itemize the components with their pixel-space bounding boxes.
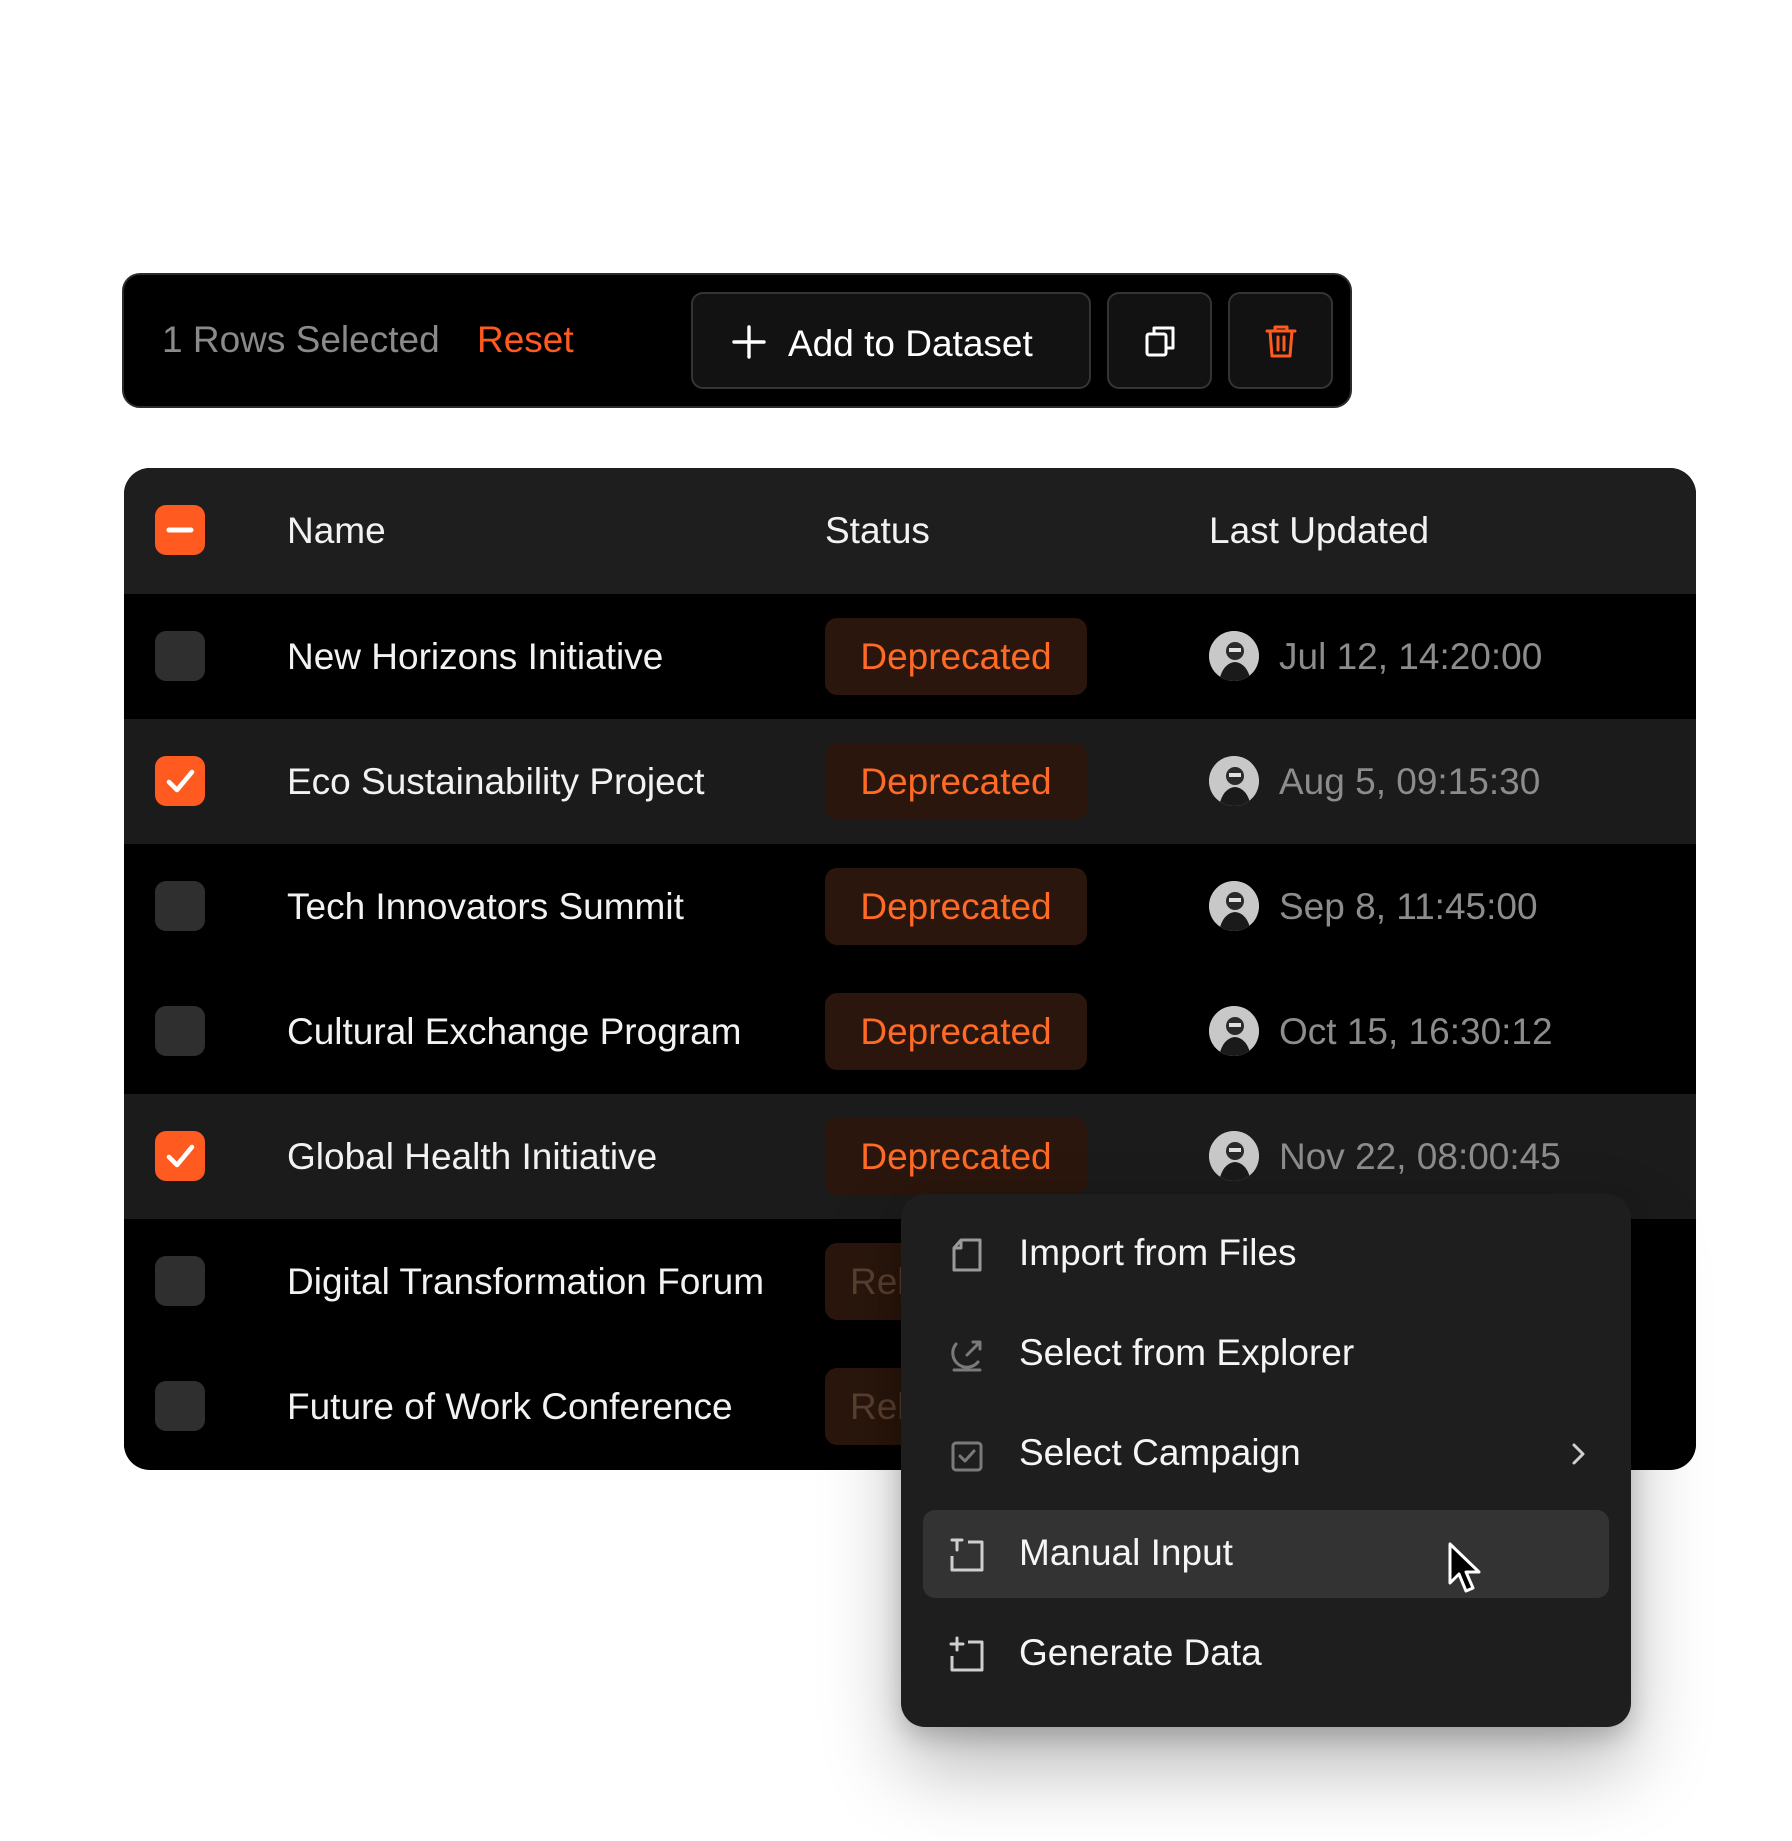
row-checkbox[interactable] [155, 1006, 205, 1056]
avatar [1209, 1131, 1259, 1181]
check-icon [166, 1144, 195, 1168]
plus-icon [732, 325, 766, 359]
status-badge: Deprecated [825, 868, 1087, 945]
status-badge: Deprecated [825, 1118, 1087, 1195]
menu-item-import-from-files[interactable]: Import from Files [923, 1210, 1609, 1298]
delete-button[interactable] [1228, 292, 1333, 389]
last-updated: Sep 8, 11:45:00 [1279, 886, 1538, 927]
avatar [1209, 756, 1259, 806]
table-row[interactable]: Eco Sustainability Project Deprecated Au… [124, 719, 1696, 844]
row-name: New Horizons Initiative [287, 636, 664, 677]
status-badge: Deprecated [825, 743, 1087, 820]
row-checkbox[interactable] [155, 1131, 205, 1181]
row-name: Future of Work Conference [287, 1386, 733, 1427]
menu-item-select-from-explorer[interactable]: Select from Explorer [923, 1310, 1609, 1398]
minus-icon [166, 527, 194, 533]
menu-item-manual-input[interactable]: Manual Input [923, 1510, 1609, 1598]
menu-item-label: Import from Files [1019, 1232, 1297, 1273]
row-name: Digital Transformation Forum [287, 1261, 765, 1302]
add-to-dataset-label: Add to Dataset [788, 323, 1033, 364]
status-badge: Deprecated [825, 993, 1087, 1070]
row-checkbox[interactable] [155, 631, 205, 681]
menu-item-generate-data[interactable]: Generate Data [923, 1610, 1609, 1698]
table-row[interactable]: Tech Innovators Summit Deprecated Sep 8,… [124, 844, 1696, 969]
menu-item-label: Manual Input [1019, 1532, 1233, 1573]
last-updated: Oct 15, 16:30:12 [1279, 1011, 1553, 1052]
mouse-pointer-icon [1448, 1542, 1481, 1593]
avatar [1209, 631, 1259, 681]
row-checkbox[interactable] [155, 1256, 205, 1306]
menu-item-select-campaign[interactable]: Select Campaign [923, 1410, 1609, 1498]
menu-item-label: Select Campaign [1019, 1432, 1301, 1473]
reset-button[interactable]: Reset [477, 319, 574, 361]
last-updated: Nov 22, 08:00:45 [1279, 1136, 1561, 1177]
column-header-status[interactable]: Status [825, 510, 930, 552]
copy-icon [1145, 326, 1174, 356]
campaign-check-icon [951, 1441, 983, 1472]
menu-item-label: Select from Explorer [1019, 1332, 1355, 1373]
sparkle-frame-icon [949, 1636, 984, 1672]
selection-toolbar: 1 Rows Selected Reset Add to Dataset [122, 273, 1352, 408]
avatar [1209, 881, 1259, 931]
row-name: Global Health Initiative [287, 1136, 658, 1177]
status-badge: Deprecated [825, 618, 1087, 695]
add-to-dataset-button[interactable]: Add to Dataset [691, 292, 1091, 389]
explorer-icon [951, 1340, 982, 1372]
row-checkbox[interactable] [155, 1381, 205, 1431]
row-name: Eco Sustainability Project [287, 761, 705, 802]
add-data-menu: Import from Files Select from Explorer S… [901, 1194, 1631, 1727]
duplicate-button[interactable] [1107, 292, 1212, 389]
column-header-last-updated[interactable]: Last Updated [1209, 510, 1429, 552]
text-input-icon [950, 1538, 984, 1572]
column-header-name[interactable]: Name [287, 510, 386, 552]
avatar [1209, 1006, 1259, 1056]
row-checkbox[interactable] [155, 756, 205, 806]
file-icon [952, 1238, 982, 1272]
last-updated: Aug 5, 09:15:30 [1279, 761, 1541, 802]
select-all-checkbox[interactable] [155, 505, 205, 555]
row-name: Cultural Exchange Program [287, 1011, 742, 1052]
last-updated: Jul 12, 14:20:00 [1279, 636, 1543, 677]
row-checkbox[interactable] [155, 881, 205, 931]
table-row[interactable]: Cultural Exchange Program Deprecated Oct… [124, 969, 1696, 1094]
check-icon [166, 769, 195, 793]
chevron-right-icon [1572, 1443, 1585, 1465]
menu-item-label: Generate Data [1019, 1632, 1262, 1673]
row-name: Tech Innovators Summit [287, 886, 684, 927]
table-header: Name Status Last Updated [124, 468, 1696, 594]
trash-icon [1265, 325, 1296, 357]
selected-count: 1 Rows Selected [162, 319, 440, 360]
table-row[interactable]: New Horizons Initiative Deprecated Jul 1… [124, 594, 1696, 719]
